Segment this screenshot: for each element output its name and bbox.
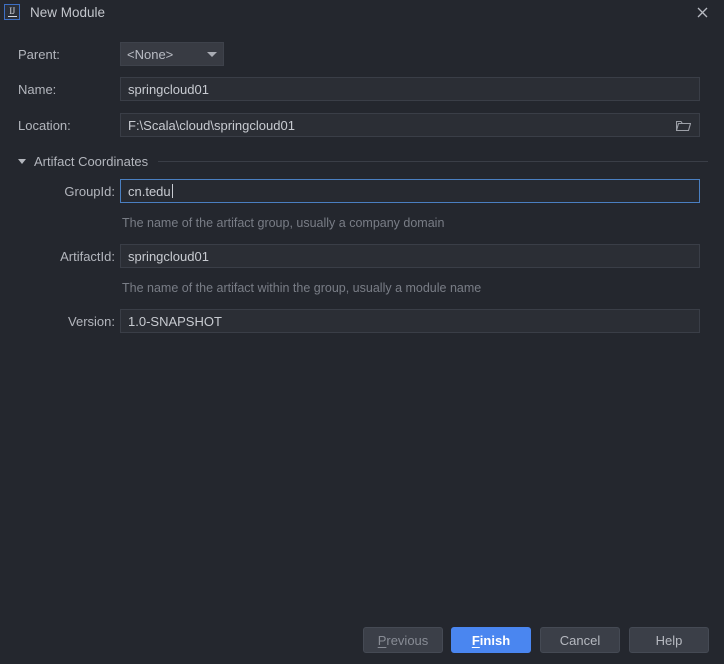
folder-icon — [675, 120, 691, 132]
close-button[interactable] — [680, 0, 724, 24]
group-id-hint: The name of the artifact group, usually … — [122, 216, 445, 230]
help-button-label: Help — [655, 632, 683, 648]
close-icon — [697, 7, 707, 17]
artifact-id-hint: The name of the artifact within the grou… — [122, 281, 482, 295]
cancel-button-label: Cancel — [559, 632, 601, 648]
dialog-title: New Module — [30, 4, 106, 20]
name-input-value: springcloud01 — [128, 81, 209, 97]
group-id-label: GroupId: — [64, 183, 115, 199]
finish-button-mnemonic: F — [471, 632, 480, 648]
parent-dropdown[interactable]: <None> — [120, 42, 224, 66]
group-id-input[interactable]: cn.tedu — [120, 179, 700, 203]
cancel-button[interactable]: Cancel — [540, 627, 620, 653]
help-button[interactable]: Help — [629, 627, 709, 653]
artifact-id-input-value: springcloud01 — [128, 248, 209, 264]
artifact-id-input[interactable]: springcloud01 — [120, 244, 700, 268]
previous-button-label-rest: revious — [386, 632, 429, 648]
triangle-down-icon — [18, 158, 26, 164]
name-label: Name: — [18, 81, 57, 97]
version-row: Version: — [0, 309, 115, 333]
parent-dropdown-value: <None> — [127, 46, 174, 62]
parent-row: Parent: — [18, 42, 60, 66]
version-input[interactable]: 1.0-SNAPSHOT — [120, 309, 700, 333]
finish-button-label-rest: inish — [479, 632, 511, 648]
version-input-value: 1.0-SNAPSHOT — [128, 313, 222, 329]
location-label: Location: — [18, 117, 71, 133]
chevron-down-icon — [207, 51, 217, 57]
location-input-value: F:\Scala\cloud\springcloud01 — [128, 117, 295, 133]
parent-label: Parent: — [18, 46, 60, 62]
location-row: Location: — [18, 113, 71, 137]
version-label: Version: — [68, 313, 115, 329]
name-row: Name: — [18, 77, 56, 101]
location-input[interactable]: F:\Scala\cloud\springcloud01 — [120, 113, 700, 137]
name-input[interactable]: springcloud01 — [120, 77, 700, 101]
intellij-idea-logo-icon: IJ — [4, 4, 20, 20]
group-id-input-value: cn.tedu — [128, 183, 171, 199]
browse-folder-button[interactable] — [668, 115, 698, 137]
previous-button[interactable]: Previous — [363, 627, 443, 653]
artifact-coordinates-section-header[interactable]: Artifact Coordinates — [18, 152, 708, 170]
finish-button[interactable]: Finish — [451, 627, 531, 653]
text-caret — [171, 184, 173, 198]
artifact-coordinates-label: Artifact Coordinates — [34, 153, 149, 169]
group-id-row: GroupId: — [0, 179, 115, 203]
artifact-id-label: ArtifactId: — [60, 248, 115, 264]
dialog-title-bar: IJ New Module — [0, 0, 724, 24]
logo-letters: IJ — [9, 5, 15, 16]
section-separator — [158, 160, 708, 162]
dialog-button-bar: Previous Finish Cancel Help — [0, 616, 724, 664]
artifact-id-row: ArtifactId: — [0, 244, 115, 268]
